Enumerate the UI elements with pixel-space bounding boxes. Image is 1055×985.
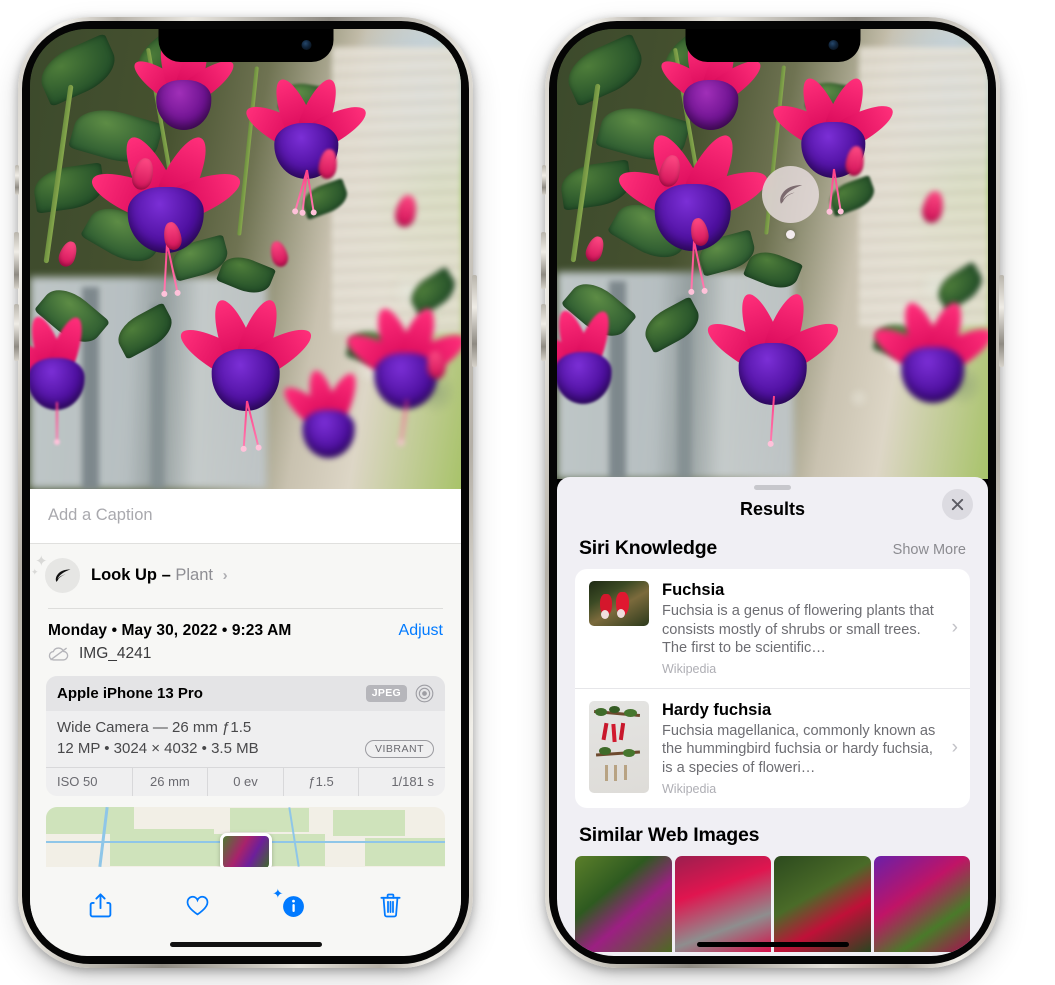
exif-focal: 26 mm	[131, 767, 208, 796]
camera-body: Wide Camera — 26 mm ƒ1.5 12 MP • 3024 × …	[46, 711, 445, 767]
home-indicator-left[interactable]	[169, 942, 322, 947]
photo-date: Monday • May 30, 2022 • 9:23 AM	[48, 621, 292, 639]
sparkle-icon: ✦	[272, 885, 284, 901]
silence-switch-left[interactable]	[15, 165, 19, 195]
caption-placeholder: Add a Caption	[48, 506, 153, 524]
info-button[interactable]: ✦	[272, 887, 306, 924]
web-image-2[interactable]	[674, 855, 771, 952]
sparkle-icon-small: ✦	[31, 567, 39, 577]
results-sheet: Results Siri Knowledge Show More Fuchsia…	[557, 477, 988, 956]
knowledge-row[interactable]: Fuchsia Fuchsia is a genus of flowering …	[575, 569, 970, 688]
knowledge-snippet: Fuchsia is a genus of flowering plants t…	[662, 603, 934, 657]
file-row: IMG_4241	[30, 643, 461, 676]
web-image-4[interactable]	[873, 855, 970, 952]
knowledge-snippet: Fuchsia magellanica, commonly known as t…	[662, 722, 936, 776]
volume-up-button-right[interactable]	[541, 232, 546, 289]
volume-down-button-left[interactable]	[14, 304, 19, 361]
phone-right: Results Siri Knowledge Show More Fuchsia…	[541, 17, 1004, 968]
share-button[interactable]	[88, 892, 113, 924]
favorite-button[interactable]	[185, 892, 210, 924]
info-icon	[283, 895, 305, 917]
exif-ev: 0 ev	[207, 767, 283, 796]
results-header: Results	[557, 489, 988, 534]
look-up-text: Look Up –	[91, 566, 171, 584]
spec-line: 12 MP • 3024 × 4032 • 3.5 MB	[57, 740, 259, 757]
knowledge-title: Fuchsia	[662, 581, 725, 599]
photo-viewer-right[interactable]	[557, 29, 988, 479]
camera-info-card: Apple iPhone 13 Pro JPEG Wide Camera — 2…	[46, 675, 445, 796]
front-camera-icon	[828, 40, 838, 50]
date-row: Monday • May 30, 2022 • 9:23 AM Adjust	[30, 609, 461, 643]
home-indicator-right[interactable]	[696, 942, 849, 947]
knowledge-source: Wikipedia	[662, 661, 717, 676]
similar-web-images-title: Similar Web Images	[579, 823, 760, 846]
exif-iso: ISO 50	[57, 773, 98, 789]
siri-knowledge-card: Fuchsia Fuchsia is a genus of flowering …	[575, 569, 970, 808]
location-map[interactable]	[46, 806, 445, 867]
notch-right	[685, 29, 860, 62]
web-image-1[interactable]	[575, 855, 672, 952]
spec-line-row: 12 MP • 3024 × 4032 • 3.5 MB VIBRANT	[57, 739, 434, 758]
power-button-left[interactable]	[472, 275, 477, 367]
chevron-right-icon: ›	[222, 567, 228, 584]
lens-line: Wide Camera — 26 mm ƒ1.5	[57, 718, 252, 736]
visual-look-up-badge[interactable]	[762, 166, 819, 239]
exif-aperture: ƒ1.5	[282, 767, 359, 796]
power-button-right[interactable]	[999, 275, 1004, 367]
file-name: IMG_4241	[79, 644, 152, 662]
close-icon	[951, 498, 964, 511]
share-icon	[89, 892, 112, 917]
knowledge-row[interactable]: Hardy fuchsia Fuchsia magellanica, commo…	[575, 687, 970, 808]
leaf-icon: ✦ ✦	[31, 554, 80, 593]
siri-knowledge-title: Siri Knowledge	[579, 537, 718, 559]
siri-knowledge-header: Siri Knowledge Show More	[557, 534, 988, 569]
format-badge: JPEG	[365, 684, 407, 702]
delete-button[interactable]	[378, 892, 403, 924]
chevron-right-icon: ›	[951, 737, 958, 759]
photo-viewer-left[interactable]	[30, 29, 461, 489]
silence-switch-right[interactable]	[542, 165, 546, 195]
knowledge-text: Fuchsia Fuchsia is a genus of flowering …	[662, 581, 937, 676]
phone-left: Add a Caption ✦ ✦ Look Up – Plant › Mond…	[14, 17, 477, 968]
hardy-fuchsia-thumbnail	[589, 700, 649, 793]
screen-right: Results Siri Knowledge Show More Fuchsia…	[557, 29, 988, 956]
cloud-slash-icon	[48, 646, 69, 661]
photo-toolbar: ✦	[30, 866, 461, 935]
favorite-icon	[186, 895, 208, 915]
similar-web-images-header: Similar Web Images	[557, 808, 988, 856]
close-button[interactable]	[942, 489, 973, 520]
adjust-button[interactable]: Adjust	[399, 622, 443, 640]
fuchsia-thumbnail	[589, 581, 649, 626]
show-more-button[interactable]: Show More	[893, 542, 966, 558]
look-up-label: Look Up – Plant ›	[91, 566, 228, 585]
volume-up-button-left[interactable]	[14, 232, 19, 289]
knowledge-text: Hardy fuchsia Fuchsia magellanica, commo…	[662, 701, 937, 796]
photo-flowers	[557, 29, 988, 479]
front-camera-icon	[301, 40, 311, 50]
camera-header: Apple iPhone 13 Pro JPEG	[46, 675, 445, 711]
photo-info-sheet: Add a Caption ✦ ✦ Look Up – Plant › Mond…	[30, 489, 461, 956]
camera-device-name: Apple iPhone 13 Pro	[57, 684, 203, 702]
trash-icon	[380, 893, 401, 917]
exif-shutter: 1/181 s	[358, 767, 445, 796]
look-up-row[interactable]: ✦ ✦ Look Up – Plant ›	[30, 544, 461, 608]
look-up-anchor-dot	[786, 230, 795, 239]
notch-left	[158, 29, 333, 62]
knowledge-source: Wikipedia	[662, 781, 717, 796]
chevron-right-icon: ›	[951, 617, 958, 639]
screen-left: Add a Caption ✦ ✦ Look Up – Plant › Mond…	[30, 29, 461, 956]
caption-field[interactable]: Add a Caption	[30, 489, 461, 544]
exif-row: ISO 50 26 mm 0 ev ƒ1.5 1/181 s	[46, 766, 445, 796]
map-photo-pin[interactable]	[219, 832, 272, 867]
hdr-icon	[415, 684, 434, 702]
photo-flowers	[30, 29, 461, 489]
leaf-icon	[779, 184, 802, 204]
volume-down-button-right[interactable]	[541, 304, 546, 361]
similar-web-images-row[interactable]	[557, 855, 988, 952]
knowledge-title: Hardy fuchsia	[662, 700, 772, 719]
web-image-3[interactable]	[774, 855, 871, 952]
look-up-subject: Plant	[175, 566, 213, 584]
photographic-style-badge: VIBRANT	[364, 739, 434, 758]
page-title: Results	[739, 499, 806, 519]
